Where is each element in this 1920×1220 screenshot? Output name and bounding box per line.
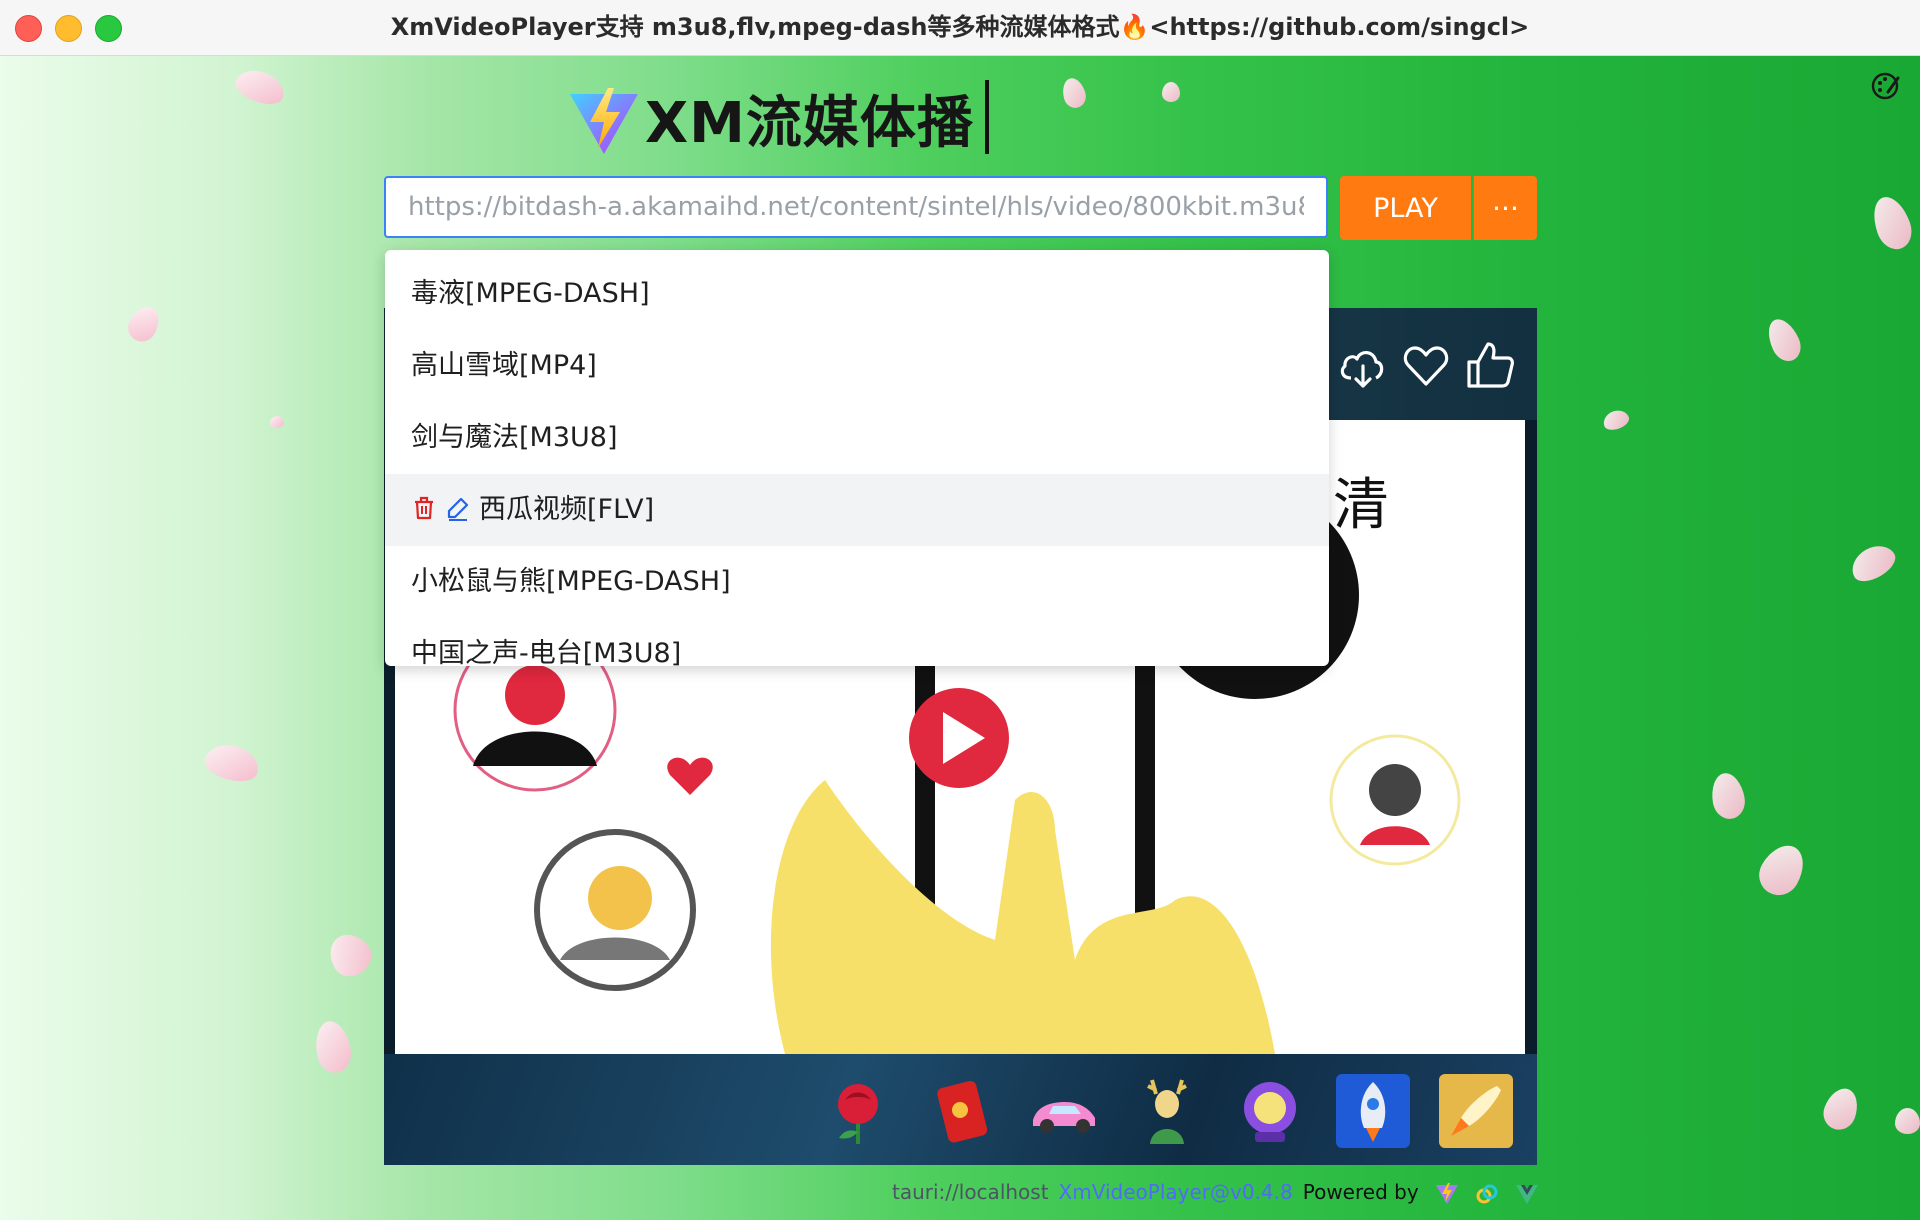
gift-bar — [384, 1054, 1537, 1165]
dropdown-item-label: 中国之声-电台[M3U8] — [411, 638, 682, 666]
petal-decoration — [1600, 407, 1632, 433]
petal-decoration — [311, 1018, 355, 1076]
petal-decoration — [1762, 314, 1806, 366]
sports-car-gift-icon[interactable] — [1027, 1074, 1101, 1148]
dropdown-item[interactable]: 中国之声-电台[M3U8] — [385, 618, 1329, 666]
red-envelope-gift-icon[interactable] — [924, 1074, 998, 1148]
petal-decoration — [1708, 770, 1748, 822]
window-title: XmVideoPlayer支持 m3u8,flv,mpeg-dash等多种流媒体… — [390, 13, 1530, 41]
rose-gift-icon[interactable] — [821, 1074, 895, 1148]
dropdown-item-active[interactable]: 西瓜视频[FLV] — [385, 474, 1329, 546]
edit-icon[interactable] — [445, 495, 471, 521]
version-link[interactable]: XmVideoPlayer@v0.4.8 — [1059, 1180, 1293, 1204]
petal-decoration — [321, 926, 379, 984]
vite-logo-icon — [570, 88, 638, 154]
cloud-download-icon[interactable] — [1336, 340, 1388, 392]
dropdown-item[interactable]: 剑与魔法[M3U8] — [385, 402, 1329, 474]
video-overlay-text: 清 — [1333, 473, 1389, 538]
petal-decoration — [201, 739, 263, 787]
gold-rocket-gift-icon[interactable] — [1439, 1074, 1513, 1148]
stream-dropdown: 毒液[MPEG-DASH] 高山雪域[MP4] 剑与魔法[M3U8] 西瓜视频[… — [385, 250, 1329, 666]
thumbs-up-icon[interactable] — [1464, 340, 1516, 392]
footer-origin: tauri://localhost — [892, 1180, 1049, 1204]
heart-icon[interactable] — [1400, 340, 1452, 392]
footer: tauri://localhost XmVideoPlayer@v0.4.8 Pow… — [892, 1180, 1539, 1206]
petal-decoration — [1895, 1108, 1920, 1134]
petal-decoration — [1818, 1083, 1864, 1135]
app-background: XM流媒体播 PLAY ··· — [0, 56, 1920, 1220]
stream-url-input[interactable] — [384, 176, 1328, 238]
petal-decoration — [270, 416, 284, 428]
vue-icon[interactable] — [1515, 1182, 1539, 1206]
more-options-button[interactable]: ··· — [1473, 176, 1537, 240]
deer-gift-icon[interactable] — [1130, 1074, 1204, 1148]
petal-decoration — [122, 301, 166, 347]
play-button[interactable]: PLAY — [1340, 176, 1471, 240]
dropdown-item-label: 西瓜视频[FLV] — [479, 494, 655, 525]
tauri-icon[interactable] — [1475, 1182, 1499, 1206]
dropdown-item[interactable]: 毒液[MPEG-DASH] — [385, 258, 1329, 330]
petal-decoration — [1162, 82, 1180, 102]
petal-decoration — [1059, 75, 1089, 111]
palette-icon[interactable] — [1870, 70, 1902, 102]
vite-icon[interactable] — [1435, 1182, 1459, 1206]
petal-decoration — [231, 64, 289, 110]
dropdown-item[interactable]: 高山雪域[MP4] — [385, 330, 1329, 402]
dropdown-item-label: 小松鼠与熊[MPEG-DASH] — [411, 566, 731, 597]
crystal-ball-gift-icon[interactable] — [1233, 1074, 1307, 1148]
dropdown-item-label: 毒液[MPEG-DASH] — [411, 278, 650, 309]
powered-by-label: Powered by — [1302, 1180, 1419, 1204]
typing-caret — [985, 80, 989, 154]
petal-decoration — [1751, 837, 1813, 903]
trash-icon[interactable] — [411, 495, 437, 521]
dropdown-item[interactable]: 小松鼠与熊[MPEG-DASH] — [385, 546, 1329, 618]
dropdown-item-label: 剑与魔法[M3U8] — [411, 422, 618, 453]
petal-decoration — [1866, 191, 1918, 255]
dropdown-item-label: 高山雪域[MP4] — [411, 350, 597, 381]
window-titlebar: XmVideoPlayer支持 m3u8,flv,mpeg-dash等多种流媒体… — [0, 0, 1920, 56]
app-title: XM流媒体播 — [645, 91, 974, 156]
rocket-gift-icon[interactable] — [1336, 1074, 1410, 1148]
petal-decoration — [1845, 538, 1901, 588]
